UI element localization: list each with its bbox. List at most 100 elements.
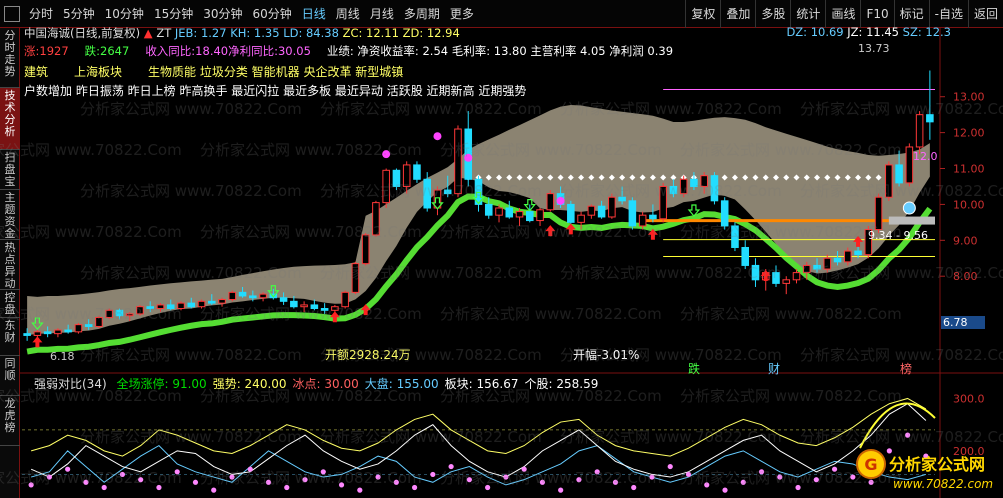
candle-body <box>115 309 124 317</box>
sub-point <box>229 474 235 480</box>
period-tab-6[interactable]: 日线 <box>297 0 331 28</box>
candle-body <box>546 193 555 211</box>
sidebar-tab-7[interactable]: 同顺 <box>0 356 20 396</box>
candle-body <box>874 196 883 231</box>
candle-body <box>279 297 288 302</box>
sub-point <box>83 479 89 485</box>
toolbar-button-0[interactable]: 复权 <box>685 0 720 28</box>
period-tab-2[interactable]: 10分钟 <box>100 0 149 28</box>
period-tab-4[interactable]: 30分钟 <box>198 0 247 28</box>
signal-dot <box>556 196 565 205</box>
period-tab-1[interactable]: 5分钟 <box>58 0 100 28</box>
candle-body <box>443 189 452 195</box>
candle-body <box>792 272 801 281</box>
indicator-0: JEB: 1.27 <box>174 26 227 40</box>
period-tab-3[interactable]: 15分钟 <box>149 0 198 28</box>
period-tab-7[interactable]: 周线 <box>331 0 365 28</box>
ytick-label: 9.00 <box>953 234 978 247</box>
candle-body <box>885 164 893 198</box>
candle-body <box>782 279 791 284</box>
indicator-4: ZD: 12.94 <box>398 26 460 40</box>
candle-body <box>751 264 760 281</box>
toolbar-button-5[interactable]: F10 <box>860 0 893 28</box>
candle-body <box>597 205 606 218</box>
candle-body <box>166 304 175 310</box>
sub-point <box>338 482 345 488</box>
signal-dot <box>464 153 473 162</box>
candle-body <box>207 300 216 304</box>
sidebar-tab-5[interactable]: 控盘 <box>0 290 20 318</box>
event-marker-0[interactable]: 跌 <box>688 360 700 377</box>
fund-part-0: 涨:1927 <box>24 44 69 58</box>
candle-body <box>720 200 729 227</box>
highlight-circle <box>902 201 916 215</box>
fund-part-1: 跌:2647 <box>84 44 130 58</box>
candle-body <box>423 178 431 209</box>
period-tab-0[interactable]: 分时 <box>24 0 58 28</box>
event-marker-2[interactable]: 榜 <box>900 360 912 377</box>
toolbar-button-7[interactable]: -自选 <box>928 0 968 28</box>
ytick-label: 10.00 <box>953 198 985 211</box>
toolbar-button-3[interactable]: 统计 <box>790 0 825 28</box>
fundamentals-line: 涨:1927 跌:2647 收入同比:18.40净利同比:30.05 业绩: 净资收益… <box>24 43 689 59</box>
sidebar-tab-6[interactable]: 东财 <box>0 318 20 356</box>
candle-body <box>33 331 42 336</box>
sub-ytick-label: 300.0 <box>953 392 985 405</box>
period-tab-8[interactable]: 月线 <box>365 0 399 28</box>
toolbar-button-8[interactable]: 返回 <box>967 0 1003 28</box>
sidebar-tab-3[interactable]: 主题资金 <box>0 190 20 240</box>
sub-point <box>722 487 728 493</box>
candle-body <box>587 205 596 216</box>
sidebar-tab-0[interactable]: 分时走势 <box>0 28 20 88</box>
sub-legend-4: 板块: 156.67 <box>445 377 519 391</box>
sub-point <box>138 477 144 483</box>
fund-part-3: 业绩: 净资收益率: 2.54 毛利率: 13.80 主营利率 4.05 净利润… <box>326 44 674 58</box>
candle-body <box>823 257 832 270</box>
candle-body <box>669 185 678 195</box>
site-logo: G 分析家公式网 www.70822.com <box>856 449 993 491</box>
toolbar-button-6[interactable]: 标记 <box>893 0 929 28</box>
candle-body <box>505 207 514 218</box>
menu-icon[interactable] <box>4 5 20 22</box>
sub-legend-name-2: 冰点: <box>292 377 325 391</box>
ytick-label: 12.00 <box>953 127 985 140</box>
sidebar-tab-1[interactable]: 技术分析 <box>0 88 20 150</box>
sub-point <box>685 471 692 478</box>
candle-body <box>577 214 585 223</box>
period-tab-5[interactable]: 60分钟 <box>248 0 297 28</box>
sidebar-tab-8[interactable]: 龙虎榜 <box>0 396 20 446</box>
ytick-label: 8.00 <box>953 270 978 283</box>
tags-line: 户数增加 昨日振荡 昨日上榜 昨高换手 最近闪拉 最近多板 最近异动 活跃股 近… <box>24 84 527 98</box>
right-indicator-1: JZ: 11.45 <box>847 25 903 39</box>
toolbar-button-4[interactable]: 画线 <box>825 0 860 28</box>
event-marker-1[interactable]: 财 <box>768 360 780 377</box>
candle-body <box>54 329 62 335</box>
range-label: 9.34 - 9.56 <box>868 229 928 242</box>
sub-point <box>65 466 71 472</box>
toolbar-button-1[interactable]: 叠加 <box>720 0 755 28</box>
candle-body <box>105 309 113 318</box>
signal-dot <box>433 132 442 141</box>
candle-body <box>802 264 811 274</box>
toolbar-button-2[interactable]: 多股 <box>755 0 790 28</box>
candle-body <box>146 306 155 310</box>
candle-body <box>218 299 226 304</box>
sidebar-tab-2[interactable]: 扫盘宝 <box>0 150 20 190</box>
sub-legend-value-4: 156.67 <box>476 377 519 391</box>
signal-dot <box>382 150 391 159</box>
sub-point <box>375 474 381 480</box>
sub-legend-value-5: 258.59 <box>556 377 599 391</box>
candle-body <box>84 324 93 327</box>
sub-point <box>758 469 765 475</box>
period-tab-10[interactable]: 更多 <box>445 0 479 28</box>
candle-body <box>854 250 862 256</box>
candle-body <box>125 313 134 317</box>
sidebar-tab-4[interactable]: 热点异动 <box>0 240 20 290</box>
sub-point <box>28 482 34 488</box>
sub-point <box>302 477 308 483</box>
sub-legend-2: 冰点: 30.00 <box>293 377 359 391</box>
sub-point <box>192 479 199 485</box>
period-tab-9[interactable]: 多周期 <box>399 0 445 28</box>
candle-body <box>710 175 719 202</box>
candle-body <box>238 291 247 297</box>
